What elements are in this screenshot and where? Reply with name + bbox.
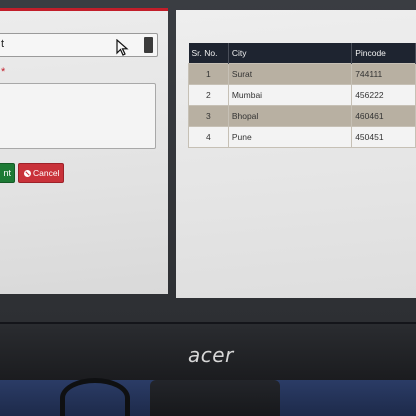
cell-pincode: 744111 [351, 62, 416, 85]
mouse-cursor-icon [116, 39, 129, 56]
required-mark: * [1, 66, 6, 78]
cell-pincode: 460461 [351, 104, 416, 127]
state-select-value: t [1, 38, 5, 50]
cell-city: Mumbai [227, 83, 353, 106]
cancel-button[interactable]: Cancel [18, 163, 64, 183]
table-row[interactable]: 3 Bhopal 460461 [188, 104, 416, 127]
cancel-circle-icon [24, 170, 31, 177]
table-row[interactable]: 2 Mumbai 456222 [188, 83, 416, 106]
cell-city: Surat [227, 62, 353, 85]
cell-sr-no: 3 [188, 104, 229, 127]
monitor-screen: t * nt Cancel Sr. No. City Pincode 1 Sur… [0, 0, 416, 322]
table-header-row: Sr. No. City Pincode [188, 43, 416, 63]
header-sr-no[interactable]: Sr. No. [188, 43, 229, 63]
table-row[interactable]: 1 Surat 744111 [188, 62, 416, 85]
cell-pincode: 450451 [351, 125, 416, 148]
submit-button[interactable]: nt [0, 163, 15, 183]
cable [60, 378, 130, 416]
city-table: Sr. No. City Pincode 1 Surat 744111 2 Mu… [188, 43, 416, 148]
cell-sr-no: 4 [188, 125, 229, 148]
entry-form-panel: t * nt Cancel [0, 8, 168, 294]
cell-pincode: 456222 [351, 83, 416, 106]
city-list-panel: Sr. No. City Pincode 1 Surat 744111 2 Mu… [176, 10, 416, 298]
header-city[interactable]: City [228, 43, 353, 63]
cell-city: Bhopal [227, 104, 353, 127]
address-textarea[interactable] [0, 83, 156, 149]
table-row[interactable]: 4 Pune 450451 [188, 125, 416, 148]
cancel-button-label: Cancel [33, 168, 60, 178]
select-dropdown-icon[interactable] [144, 37, 153, 53]
state-select[interactable]: t [0, 33, 158, 57]
header-pincode[interactable]: Pincode [351, 43, 416, 63]
cell-sr-no: 1 [188, 62, 229, 85]
monitor-stand [150, 380, 280, 416]
cell-city: Pune [227, 125, 353, 148]
cell-sr-no: 2 [188, 83, 229, 106]
brand-logo: acer [188, 343, 234, 367]
